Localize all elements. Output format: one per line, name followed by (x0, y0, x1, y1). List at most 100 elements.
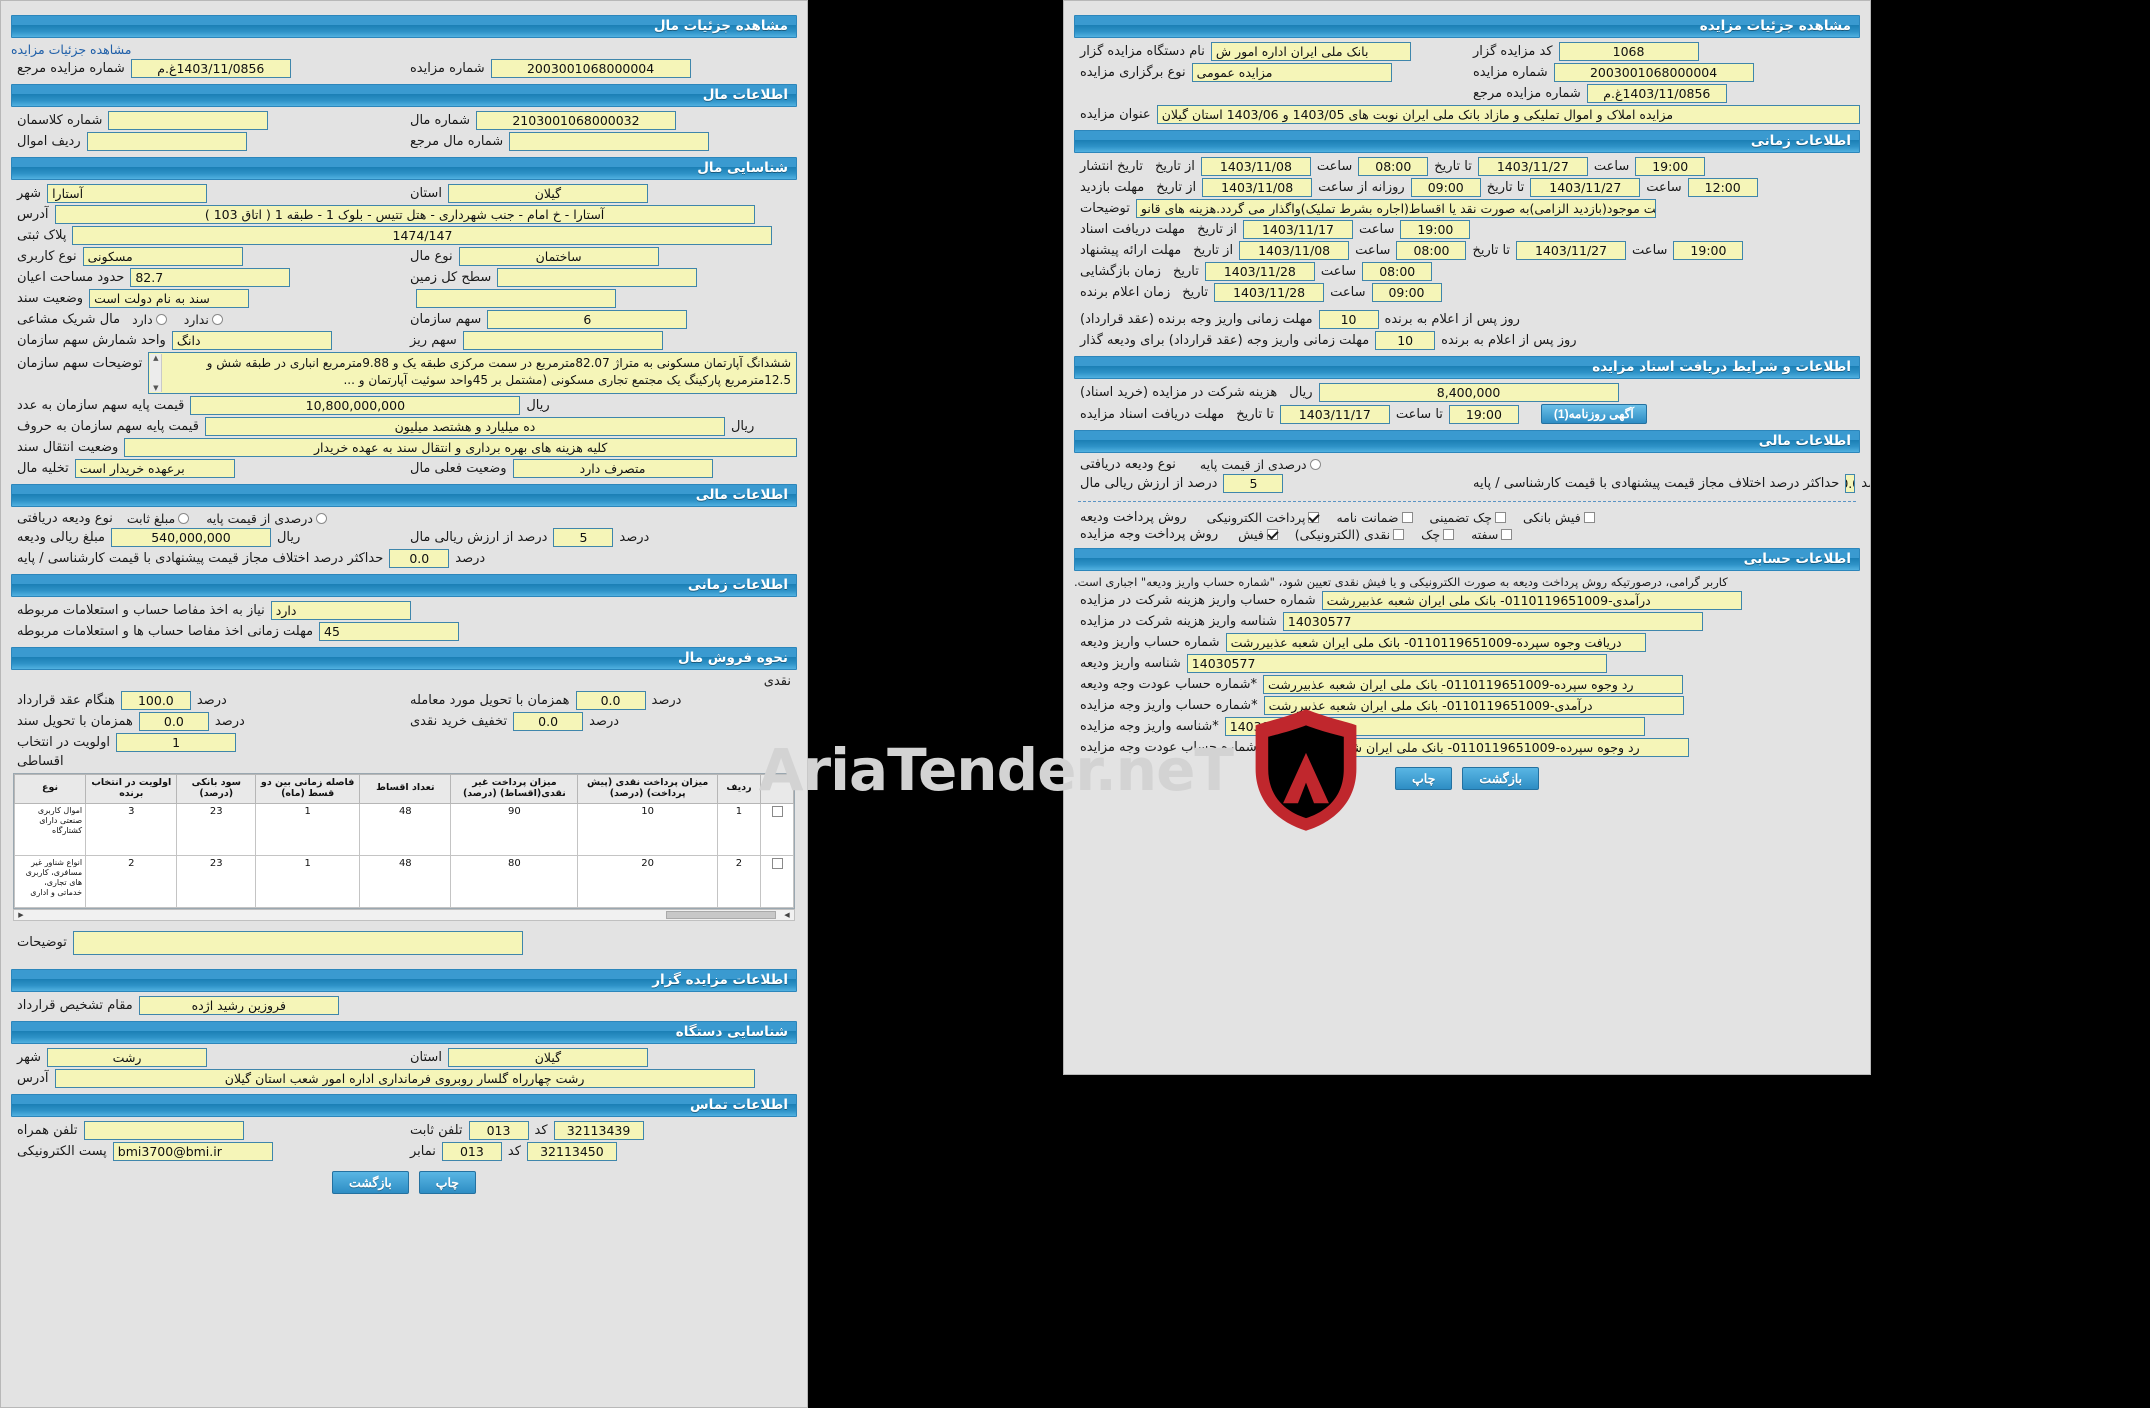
front-base-percent-value[interactable]: 5 (1223, 474, 1284, 493)
ref-auction-number-value[interactable]: 1403/11/0856غ.م (130, 59, 291, 78)
scroll-down-arrow[interactable]: ▼ (153, 384, 158, 392)
checkbox-icon[interactable] (771, 805, 783, 817)
newspaper-ad-button[interactable]: آگهی روزنامه(1) (1540, 404, 1647, 424)
back-button[interactable]: بازگشت (332, 1170, 409, 1194)
shared-property-yes-option[interactable]: دارد (132, 312, 170, 327)
account-value-0[interactable]: درآمدی-0110119651009- بانک ملی ایران شعب… (1321, 591, 1742, 610)
account-value-1[interactable]: 14030577 (1282, 612, 1703, 631)
current-status-value[interactable]: متصرف دارد (512, 459, 713, 478)
fax-number-value[interactable]: 32113450 (526, 1141, 617, 1161)
cash-discount-value[interactable]: 0.0 (513, 712, 584, 731)
checkbox-icon[interactable] (1501, 529, 1513, 540)
deposit-method-guaranteed-check[interactable]: چک تضمینی (1430, 510, 1509, 525)
property-number-value[interactable]: 2103001068000032 (475, 111, 676, 130)
checkbox-icon[interactable] (771, 857, 783, 869)
land-area-value[interactable] (497, 268, 698, 287)
auction-pay-promissory[interactable]: سفته (1471, 527, 1515, 542)
radio-icon[interactable] (315, 513, 327, 524)
device-province-value[interactable]: گیلان (447, 1047, 648, 1067)
city-value[interactable]: آستارا (47, 184, 208, 203)
deposit-amount-value[interactable]: 540,000,000 (110, 528, 271, 547)
visit-to-date-value[interactable]: 1403/11/27 (1530, 178, 1641, 197)
shared-property-no-option[interactable]: ندارد (184, 312, 226, 327)
winner-date-value[interactable]: 1403/11/28 (1214, 283, 1325, 302)
scroll-up-arrow[interactable]: ▲ (153, 354, 158, 362)
radio-icon[interactable] (1309, 459, 1321, 470)
deposit-method-electronic[interactable]: پرداخت الکترونیکی (1207, 510, 1323, 525)
checkbox-icon[interactable] (1401, 512, 1413, 523)
building-area-value[interactable]: 82.7 (130, 268, 291, 287)
usage-type-value[interactable]: مسکونی (82, 247, 243, 266)
property-type-value[interactable]: ساختمان (458, 247, 659, 266)
auction-subject-value[interactable]: مزایده املاک و اموال تملیکی و مازاد بانک… (1156, 105, 1860, 124)
open-hour-value[interactable]: 08:00 (1362, 262, 1433, 281)
province-value[interactable]: گیلان (447, 184, 648, 203)
table-row[interactable]: 1 10 90 48 1 23 3 اموال کاربری صنعتی دار… (13, 802, 794, 856)
deposit-percent-of-base-option[interactable]: درصدی از قیمت پایه (206, 511, 330, 526)
ref-property-number-value[interactable] (509, 132, 710, 151)
scrollbar-thumb[interactable] (666, 910, 776, 919)
clearance-days-value[interactable]: 45 (319, 622, 460, 641)
device-city-value[interactable]: رشت (47, 1047, 208, 1067)
visit-from-hour-value[interactable]: 09:00 (1410, 178, 1481, 197)
docs-deadline-hour-value[interactable]: 19:00 (1448, 404, 1519, 424)
participation-cost-value[interactable]: 8,400,000 (1318, 383, 1619, 402)
row-select-cell[interactable] (760, 854, 794, 908)
front-max-diff-value[interactable]: 0.0 (1845, 474, 1856, 493)
transfer-status-value[interactable]: کلیه هزینه های بهره برداری و انتقال سند … (124, 438, 797, 457)
empty-field[interactable] (416, 289, 616, 308)
docs-deadline-date-value[interactable]: 1403/11/17 (1279, 404, 1390, 424)
landline-number-value[interactable]: 32113439 (553, 1120, 644, 1140)
auction-method-value[interactable]: مزایده عمومی (1191, 63, 1392, 82)
offer-from-hour-value[interactable]: 08:00 (1396, 241, 1467, 260)
account-value-7[interactable]: رد وجوه سپرده-0110119651009- بانک ملی ای… (1269, 738, 1690, 757)
landline-code-value[interactable]: 013 (468, 1120, 529, 1140)
auction-pay-receipt[interactable]: فیش (1238, 527, 1281, 542)
publish-from-date-value[interactable]: 1403/11/08 (1200, 157, 1311, 176)
base-percent-value[interactable]: 5 (553, 528, 614, 547)
open-date-value[interactable]: 1403/11/28 (1204, 262, 1315, 281)
front-print-button[interactable]: چاپ (1395, 767, 1453, 790)
base-price-words-value[interactable]: ده میلیارد و هشتصد میلیون (204, 417, 725, 436)
organizer-code-value[interactable]: 1068 (1558, 42, 1699, 61)
table-horizontal-scrollbar[interactable]: ◀ ▶ (13, 908, 795, 921)
organizer-name-value[interactable]: بانک ملی ایران اداره امور ش (1210, 42, 1411, 61)
deposit-days-value[interactable]: 10 (1318, 310, 1379, 329)
account-value-5[interactable]: درآمدی-0110119651009- بانک ملی ایران شعب… (1263, 696, 1684, 715)
device-address-value[interactable]: رشت چهارراه گلسار روبروی فرمانداری اداره… (54, 1068, 755, 1088)
scroll-left-arrow[interactable]: ▶ (16, 911, 26, 919)
fine-share-value[interactable] (462, 331, 663, 350)
max-diff-value[interactable]: 0.0 (389, 549, 450, 568)
account-value-3[interactable]: 14030577 (1186, 654, 1607, 673)
mobile-value[interactable] (83, 1120, 244, 1140)
share-description-textarea[interactable]: ▲ ▼ ششدانگ آپارتمان مسکونی به متراژ 82.07… (148, 352, 797, 394)
deposit-method-guarantee-letter[interactable]: ضمانت نامه (1336, 510, 1415, 525)
radio-icon[interactable] (155, 314, 167, 325)
checkbox-icon[interactable] (1308, 512, 1320, 523)
auction-pay-check[interactable]: چک (1421, 527, 1457, 542)
front-ref-number-value[interactable]: 1403/11/0856غ.م (1586, 84, 1727, 103)
checkbox-icon[interactable] (1393, 529, 1405, 540)
visit-to-hour-value[interactable]: 12:00 (1687, 178, 1758, 197)
checkbox-icon[interactable] (1583, 512, 1595, 523)
deposit-fixed-amount-option[interactable]: مبلغ ثابت (127, 511, 192, 526)
at-contract-value[interactable]: 100.0 (120, 691, 191, 710)
front-auction-number-value[interactable]: 2003001068000004 (1553, 63, 1754, 82)
at-doc-value[interactable]: 0.0 (138, 712, 209, 731)
radio-icon[interactable] (211, 314, 223, 325)
auction-pay-cash-electronic[interactable]: نقدی (الکترونیکی) (1295, 527, 1407, 542)
priority-selection-value[interactable]: 1 (116, 733, 237, 752)
front-back-button[interactable]: بازگشت (1462, 767, 1540, 790)
clearance-required-value[interactable]: دارد (270, 601, 411, 620)
table-row[interactable]: 2 20 80 48 1 23 2 انواع شناور غیر مسافری… (13, 854, 794, 908)
org-share-value[interactable]: 6 (487, 310, 688, 329)
comments-value[interactable] (72, 930, 523, 955)
print-button[interactable]: چاپ (418, 1170, 477, 1194)
scroll-right-arrow[interactable]: ◀ (782, 911, 792, 919)
timing-description-value[interactable]: املاک در وضعیت موجود(بازدید الزامی)به صو… (1135, 199, 1656, 218)
contract-authority-value[interactable]: فروزین رشید اژده (138, 995, 339, 1015)
view-auction-details-link[interactable]: مشاهده جزئیات مزایده (11, 42, 131, 57)
docs-from-hour-value[interactable]: 19:00 (1400, 220, 1471, 239)
org-share-unit-value[interactable]: دانگ (171, 331, 332, 350)
winner-hour-value[interactable]: 09:00 (1371, 283, 1442, 302)
